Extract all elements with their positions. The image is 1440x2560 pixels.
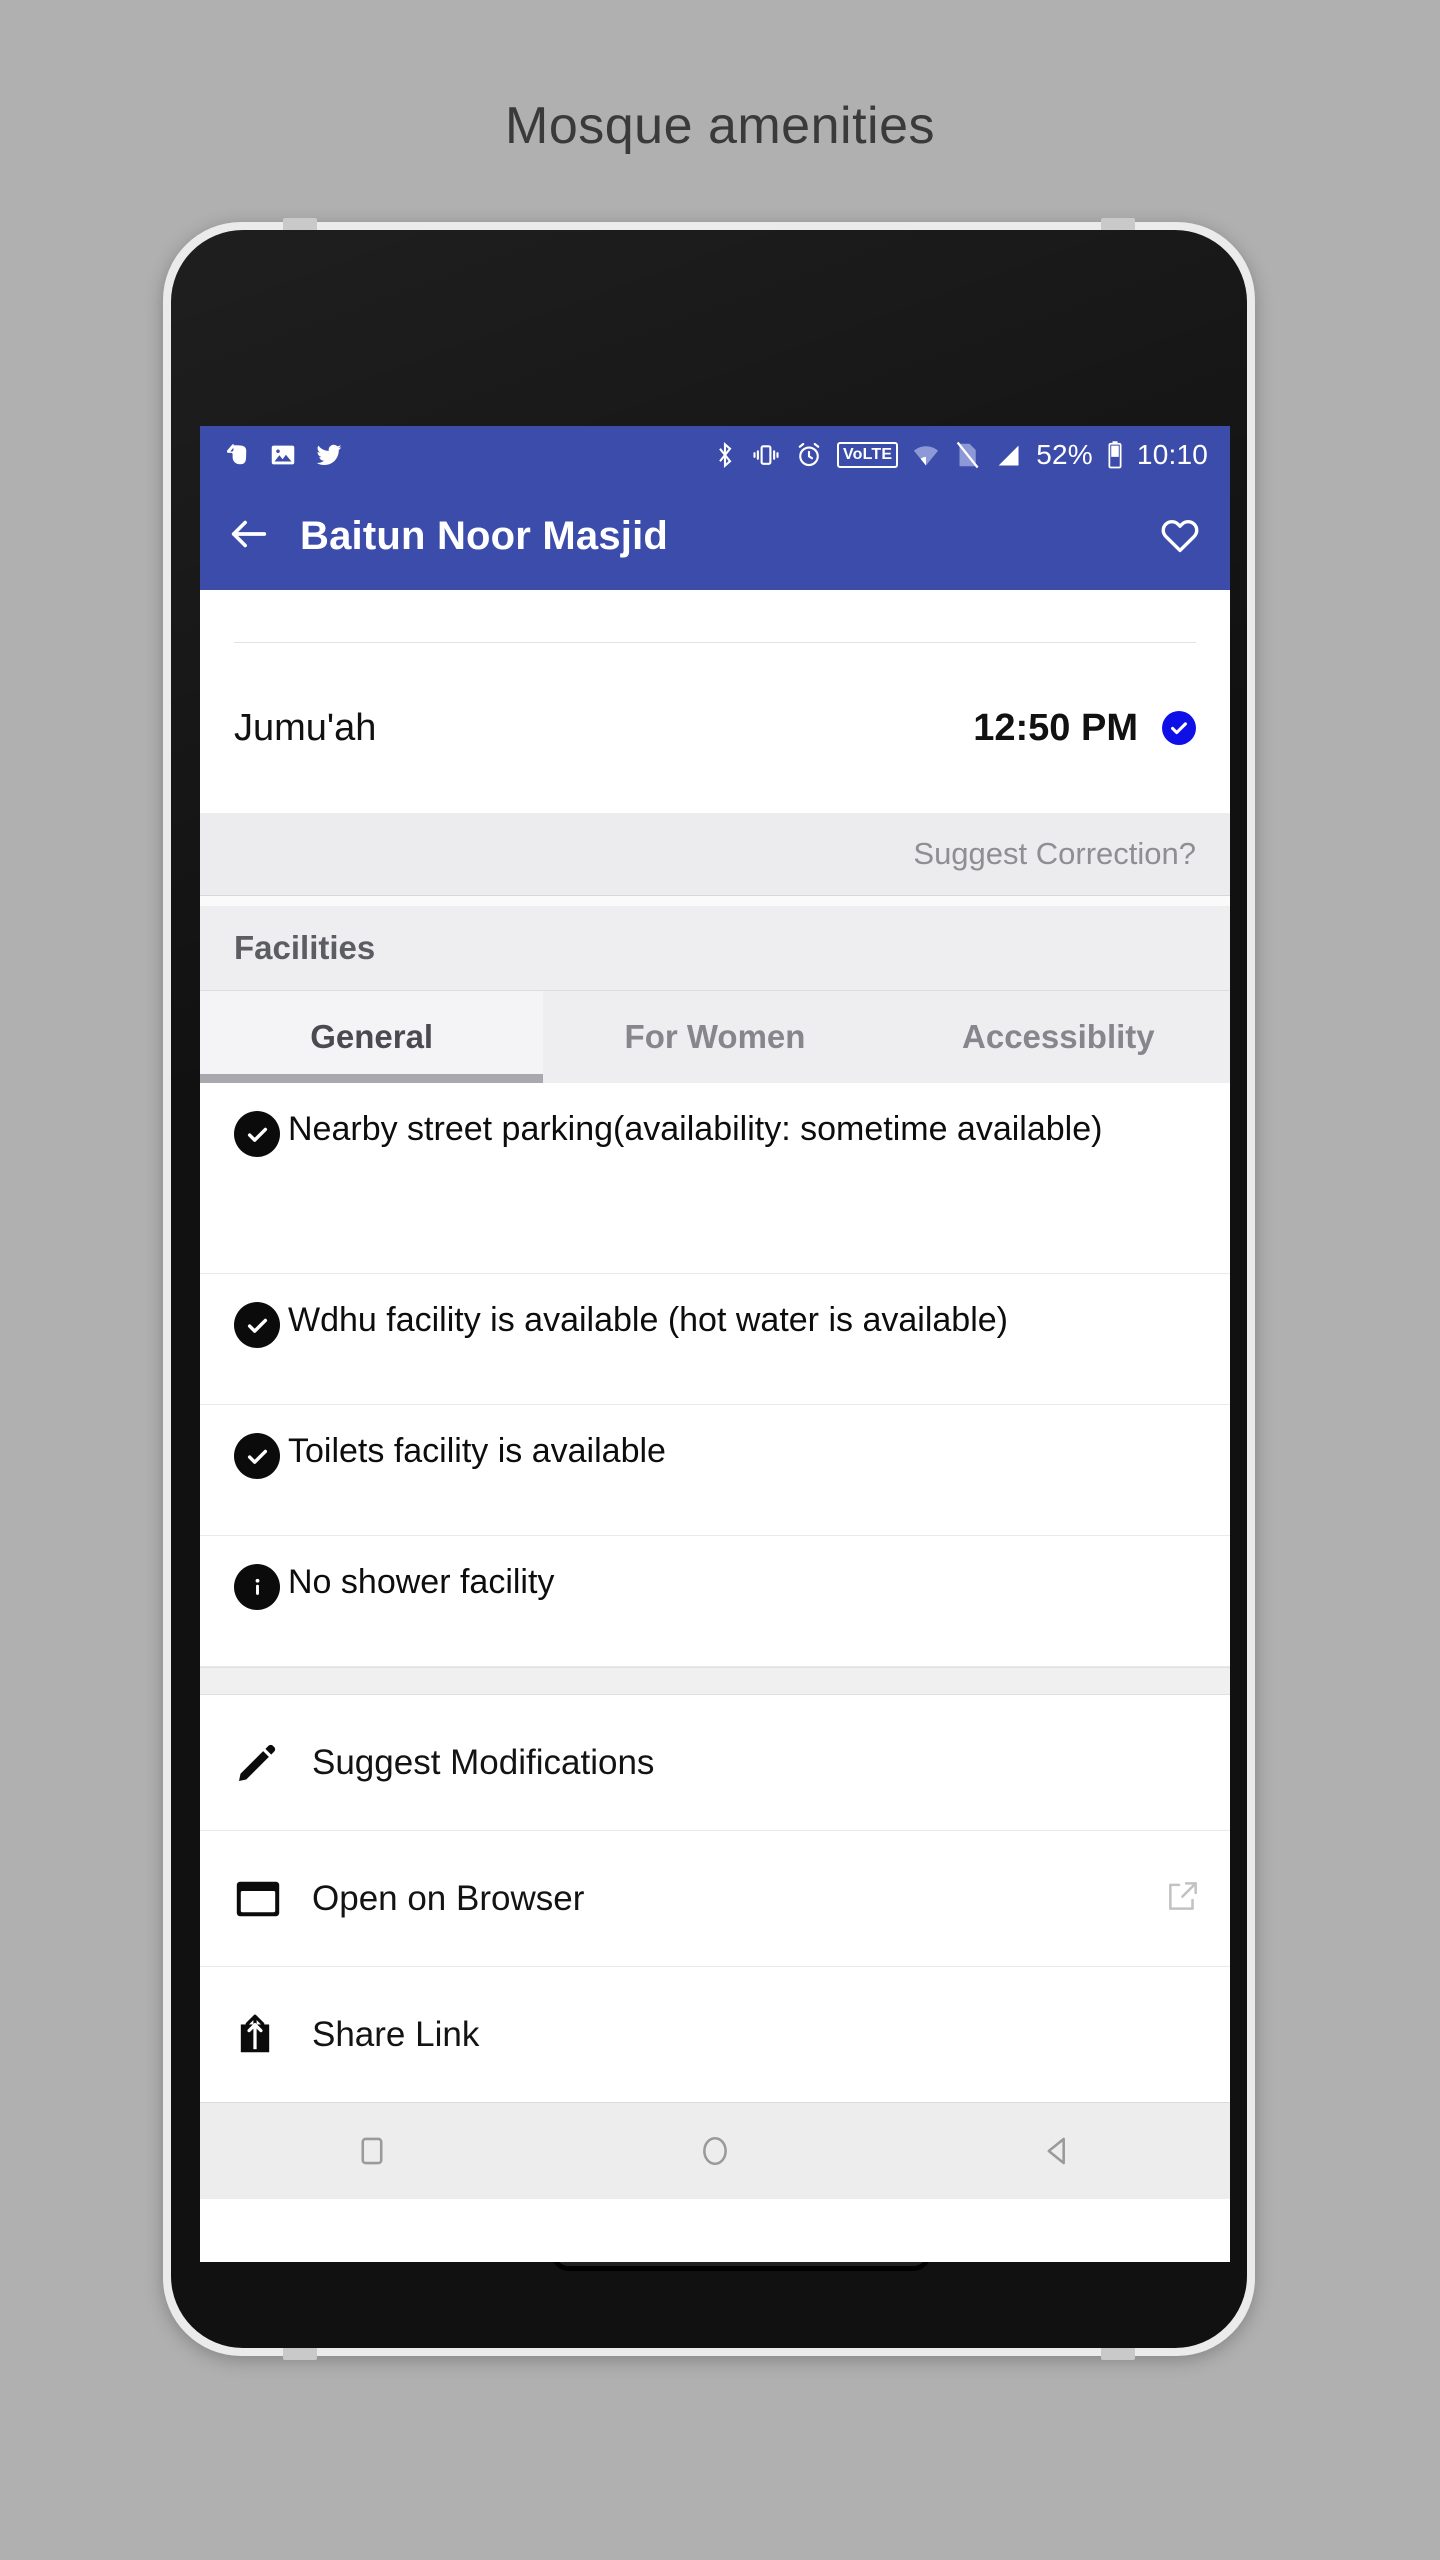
list-item: Wdhu facility is available (hot water is…	[200, 1274, 1230, 1405]
prayer-time-label: 12:50 PM	[973, 706, 1138, 749]
triangle-back-icon[interactable]	[1003, 2134, 1113, 2168]
status-bar-notification-icons	[222, 440, 344, 470]
page-title: Mosque amenities	[505, 97, 935, 155]
facility-label: No shower facility	[288, 1563, 555, 1601]
clock-label: 10:10	[1136, 438, 1208, 470]
square-icon[interactable]	[317, 2134, 427, 2168]
suggest-modifications-row[interactable]: Suggest Modifications	[200, 1695, 1230, 1831]
facilities-section-header: Facilities	[200, 906, 1230, 991]
status-bar: VoLTE 52% 10:10	[200, 426, 1230, 483]
facility-label: Nearby street parking(availability: some…	[288, 1110, 1103, 1148]
actions-section-spacer	[200, 1667, 1230, 1695]
android-navigation-bar	[200, 2102, 1230, 2199]
partial-row-above	[200, 590, 1230, 642]
app-bar: Baitun Noor Masjid	[200, 483, 1230, 590]
pencil-icon	[234, 1740, 288, 1786]
bluetooth-icon	[712, 440, 738, 470]
screen-content: Jumu'ah 12:50 PM Suggest Correction? Fac…	[200, 590, 1230, 2199]
facilities-list: Nearby street parking(availability: some…	[200, 1083, 1230, 1667]
suggest-modifications-label: Suggest Modifications	[312, 1742, 655, 1782]
verified-check-icon	[1162, 711, 1196, 745]
tab-for-women-label: For Women	[624, 1018, 806, 1055]
battery-icon	[1106, 440, 1124, 470]
twitter-icon	[314, 440, 344, 470]
phone-screen: VoLTE 52% 10:10 Baitun Noor Masjid Jumu'…	[200, 426, 1230, 2262]
wifi-icon	[911, 441, 941, 469]
page-root: Mosque amenities VoLTE 52% 10:10 Baitun …	[0, 0, 1440, 2560]
back-button[interactable]	[226, 511, 272, 562]
prayer-time-row[interactable]: Jumu'ah 12:50 PM	[200, 643, 1230, 813]
tab-accessiblity[interactable]: Accessiblity	[887, 991, 1230, 1083]
browser-window-icon	[234, 1879, 288, 1919]
tab-for-women[interactable]: For Women	[543, 991, 886, 1083]
tab-general[interactable]: General	[200, 991, 544, 1083]
suggest-correction-bar[interactable]: Suggest Correction?	[200, 813, 1230, 896]
prayer-row-right: 12:50 PM	[973, 707, 1196, 750]
share-link-label: Share Link	[312, 2014, 480, 2054]
info-badge-icon	[234, 1564, 280, 1610]
app-bar-title: Baitun Noor Masjid	[300, 514, 669, 558]
suggest-correction-label: Suggest Correction?	[913, 836, 1196, 871]
no-sim-icon	[954, 440, 980, 470]
vibrate-icon	[751, 440, 781, 470]
list-item: Toilets facility is available	[200, 1405, 1230, 1536]
list-item: Nearby street parking(availability: some…	[200, 1083, 1230, 1274]
tab-accessiblity-label: Accessiblity	[962, 1018, 1155, 1055]
facility-label: Toilets facility is available	[288, 1432, 666, 1470]
volte-icon: VoLTE	[836, 441, 899, 468]
share-upload-icon	[234, 2012, 288, 2058]
signal-icon	[993, 441, 1023, 469]
circle-icon[interactable]	[660, 2134, 770, 2168]
device-nub-bottom-left	[283, 2347, 317, 2360]
evernote-icon	[222, 440, 252, 470]
battery-percent-label: 52%	[1036, 438, 1093, 470]
check-badge-icon	[234, 1111, 280, 1157]
alarm-icon	[794, 440, 824, 470]
open-on-browser-row[interactable]: Open on Browser	[200, 1831, 1230, 1967]
external-link-icon	[1164, 1877, 1202, 1920]
share-link-row[interactable]: Share Link	[200, 1967, 1230, 2102]
section-spacer	[200, 896, 1230, 906]
check-badge-icon	[234, 1302, 280, 1348]
device-nub-bottom-right	[1101, 2347, 1135, 2360]
favorite-button[interactable]	[1156, 510, 1204, 563]
gallery-icon	[268, 440, 298, 470]
facility-label: Wdhu facility is available (hot water is…	[288, 1301, 1008, 1339]
prayer-name-label: Jumu'ah	[234, 706, 377, 749]
tab-general-label: General	[310, 1018, 434, 1055]
status-bar-system-icons: VoLTE 52% 10:10	[712, 439, 1208, 471]
actions-list: Suggest Modifications Open on Browser Sh…	[200, 1695, 1230, 2102]
list-item: No shower facility	[200, 1536, 1230, 1667]
check-badge-icon	[234, 1433, 280, 1479]
facilities-tab-bar: General For Women Accessiblity	[200, 991, 1230, 1083]
facilities-header-label: Facilities	[234, 929, 376, 966]
open-on-browser-label: Open on Browser	[312, 1878, 585, 1918]
